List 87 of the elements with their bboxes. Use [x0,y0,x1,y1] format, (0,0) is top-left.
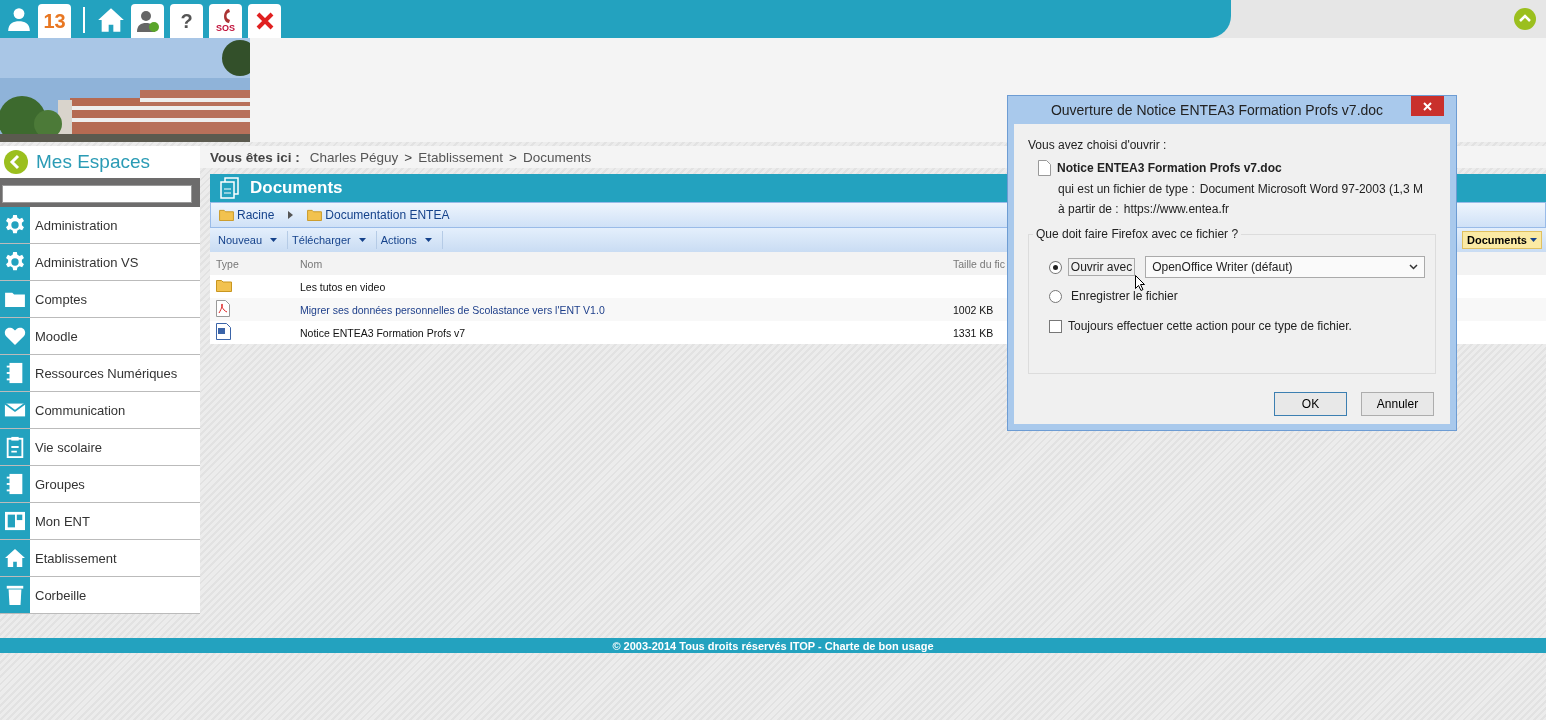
documents-icon [220,177,240,199]
sidebar-title: Mes Espaces [36,151,151,173]
user-check-icon [135,9,160,33]
breadcrumb-link[interactable]: Charles Péguy [309,149,399,165]
path-arrow-icon [288,211,294,219]
dialog-title: Ouverture de Notice ENTEA3 Formation Profs v7.doc [1050,102,1384,118]
caret-icon [270,238,278,242]
source-value: https://www.entea.fr [1123,202,1230,216]
close-icon [1423,101,1432,111]
breadcrumb-link[interactable]: Documents [522,149,592,165]
dialog-button[interactable]: OK [1274,392,1347,416]
column-header: Taille du fic [953,257,1006,270]
home-icon[interactable] [97,7,125,33]
help-button[interactable]: ? [170,4,203,38]
application-select[interactable]: OpenOffice Writer (défaut) [1145,256,1425,278]
breadcrumb-separator: > [404,149,413,165]
sidebar-item[interactable]: Mon ENT [0,503,200,540]
folder-icon [219,209,234,221]
back-icon[interactable] [4,150,28,174]
toolbar-menu-button[interactable]: Télécharger [288,231,377,249]
column-header: Nom [300,257,324,270]
file-name: Notice ENTEA3 Formation Profs v7.doc [1057,161,1282,175]
sidebar-item[interactable]: Communication [0,392,200,429]
trash-icon [6,584,24,606]
heart-icon [4,326,26,346]
caret-icon [1530,238,1537,242]
sidebar-item[interactable]: Ressources Numériques [0,355,200,392]
gear-icon [4,214,26,236]
folder-icon [307,209,323,221]
search-field[interactable] [2,185,192,203]
sidebar-item[interactable]: Etablissement [0,540,200,577]
home-icon [4,548,26,568]
sos-button[interactable]: SOS [209,4,242,38]
sidebar-item[interactable]: Groupes [0,466,200,503]
breadcrumb-link[interactable]: Etablissement [418,149,504,165]
view-button[interactable]: Documents [1462,231,1542,249]
folder-icon [4,290,26,308]
gear-icon [4,251,26,273]
clipboard-icon [6,436,24,458]
notebook-icon [6,473,24,495]
checkbox-label: Toujours effectuer cette action pour ce type de fichier. [1068,319,1352,333]
close-button[interactable] [1411,96,1444,116]
file-name[interactable]: Notice ENTEA3 Formation Profs v7 [300,326,953,339]
breadcrumb-separator: > [509,149,517,165]
panel-title: Documents [250,178,343,198]
file-size: 1002 KB [953,303,995,316]
cursor-icon [1135,275,1146,291]
logout-button[interactable] [248,4,281,38]
envelope-icon [4,402,26,418]
type-value: Document Microsoft Word 97-2003 (1,3 M [1199,182,1423,196]
type-label: qui est un fichier de type : [1058,182,1195,196]
chevron-down-icon [1409,264,1418,270]
source-label: à partir de : [1058,202,1119,216]
collapse-icon[interactable] [1514,8,1536,30]
file-name[interactable]: Les tutos en video [300,280,953,293]
close-icon [255,12,274,30]
footer-text: © 2003-2014 Tous droits réservés ITOP - Charte de bon usage [612,639,934,652]
sidebar-item[interactable]: Administration VS [0,244,200,281]
breadcrumb-label: Vous êtes ici : [210,149,300,165]
caret-icon [424,238,432,242]
sidebar-item[interactable]: Vie scolaire [0,429,200,466]
sidebar-item[interactable]: Corbeille [0,577,200,614]
radio-button[interactable] [1049,260,1062,274]
file-name[interactable]: Migrer ses données personnelles de Scolastance vers l'ENT V1.0 [300,303,953,316]
folder-icon [216,279,232,292]
checkbox[interactable] [1049,319,1062,333]
sidebar-item[interactable]: Moodle [0,318,200,355]
dialog-button[interactable]: Annuler [1361,392,1434,416]
group-label: Que doit faire Firefox avec ce fichier ? [1033,227,1242,241]
path-folder-link[interactable]: Racine [219,208,275,222]
file-size: 1331 KB [953,326,995,339]
caret-icon [358,238,366,242]
user-status-button[interactable] [131,4,164,38]
toolbar-menu-button[interactable]: Nouveau [214,231,289,249]
option-label: Ouvrir avec [1067,258,1136,276]
column-header: Type [216,257,240,270]
sidebar-item[interactable]: Administration [0,207,200,244]
user-icon[interactable] [6,6,32,32]
option-label: Enregistrer le fichier [1070,288,1179,305]
sidebar-item[interactable]: Comptes [0,281,200,318]
layout-icon [4,511,26,531]
intro-text: Vous avez choisi d'ouvrir : [1028,138,1168,152]
document-icon [1038,160,1051,176]
radio-button[interactable] [1049,289,1062,303]
toolbar-menu-button[interactable]: Actions [376,231,443,249]
path-folder-link[interactable]: Documentation ENTEA [307,208,450,222]
notebook-icon [6,362,24,384]
